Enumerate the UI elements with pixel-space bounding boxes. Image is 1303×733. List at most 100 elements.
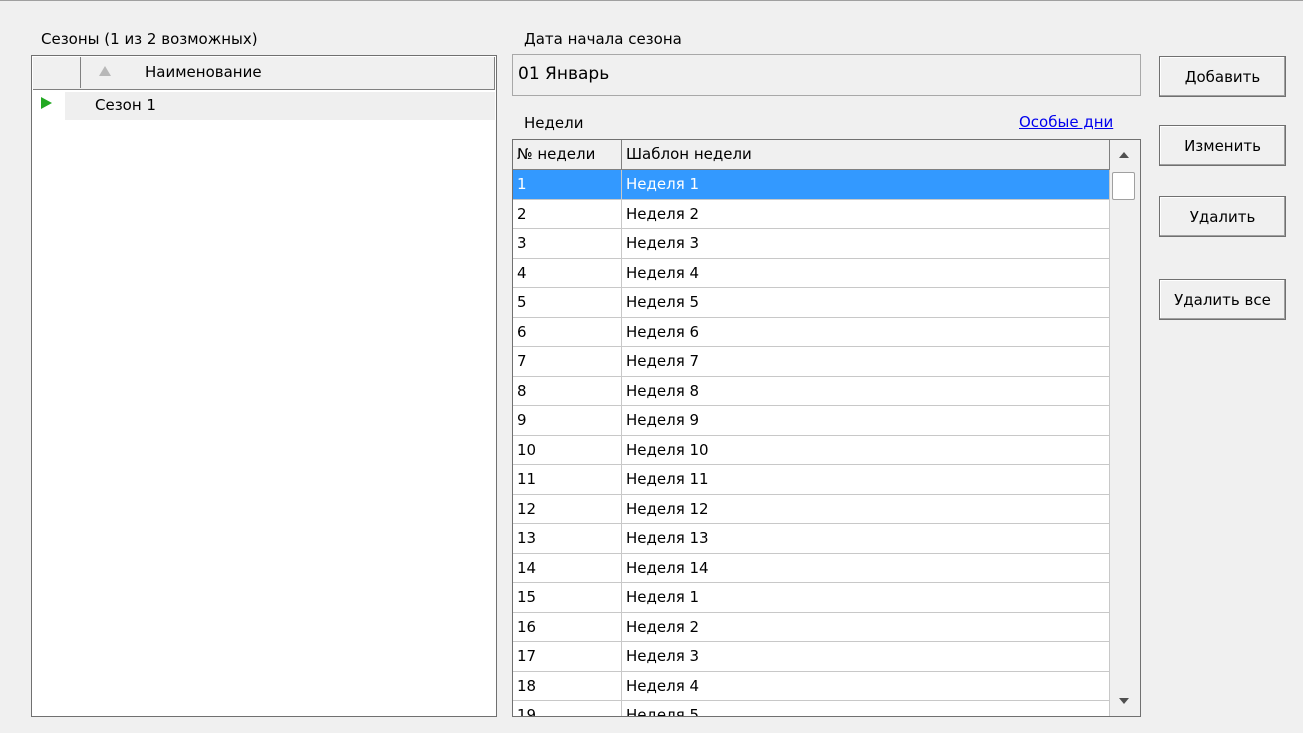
week-template-cell[interactable]: Неделя 2 [622,199,1110,229]
table-row[interactable]: 16 Неделя 2 [513,612,1110,642]
week-template-cell[interactable]: Неделя 8 [622,376,1110,406]
week-template: Неделя 13 [626,529,709,547]
week-template: Неделя 2 [626,204,700,223]
table-row[interactable]: 7 Неделя 7 [513,347,1110,377]
week-number-cell[interactable]: 5 [513,288,622,318]
week-template-cell[interactable]: Неделя 3 [622,642,1110,672]
week-template-cell[interactable]: Неделя 10 [622,435,1110,465]
week-template-cell[interactable]: Неделя 1 [622,170,1110,200]
seasons-header: Наименование [33,57,495,90]
week-template: Неделя 5 [626,293,700,311]
table-row[interactable]: 5 Неделя 5 [513,288,1110,318]
week-template: Неделя 6 [626,322,700,341]
scroll-up-arrow-icon[interactable] [1119,152,1129,158]
week-template: Неделя 9 [626,411,700,429]
seasons-title: Сезоны (1 из 2 возможных) [41,30,258,48]
special-days-link[interactable]: Особые дни [1019,113,1113,131]
week-number-cell[interactable]: 8 [513,376,622,406]
week-template-cell[interactable]: Неделя 9 [622,406,1110,436]
week-number-cell[interactable]: 9 [513,406,622,436]
week-template: Неделя 1 [626,175,700,193]
table-row[interactable]: 12 Неделя 12 [513,494,1110,524]
table-row[interactable]: 8 Неделя 8 [513,376,1110,406]
week-number: 12 [517,499,537,518]
column-header-week-template[interactable]: Шаблон недели [622,140,1110,169]
week-template: Неделя 2 [626,617,700,636]
weeks-grid[interactable]: № недели Шаблон недели 1 Неделя 1 2 Неделя … [512,139,1141,717]
week-number: 17 [517,647,537,665]
week-template-cell[interactable]: Неделя 14 [622,553,1110,583]
week-number: 5 [517,293,527,311]
week-number-cell[interactable]: 17 [513,642,622,672]
table-row[interactable]: 9 Неделя 9 [513,406,1110,436]
seasons-grid[interactable]: Наименование Сезон 1 [31,55,497,717]
table-row[interactable]: 15 Неделя 1 [513,583,1110,613]
week-number-cell[interactable]: 6 [513,317,622,347]
top-border [0,0,1303,1]
week-template-cell[interactable]: Неделя 12 [622,494,1110,524]
week-number: 11 [517,470,537,488]
week-number-cell[interactable]: 18 [513,671,622,701]
week-template-cell[interactable]: Неделя 2 [622,612,1110,642]
week-template-cell[interactable]: Неделя 4 [622,671,1110,701]
table-row[interactable]: 17 Неделя 3 [513,642,1110,672]
week-template-cell[interactable]: Неделя 7 [622,347,1110,377]
week-template-cell[interactable]: Неделя 4 [622,258,1110,288]
week-number-cell[interactable]: 19 [513,701,622,716]
edit-button[interactable]: Изменить [1159,125,1286,166]
week-template: Неделя 14 [626,558,709,577]
week-template: Неделя 10 [626,440,709,459]
table-row[interactable]: 14 Неделя 14 [513,553,1110,583]
weeks-header: № недели Шаблон недели [513,140,1110,170]
column-header-week-number[interactable]: № недели [513,140,622,169]
table-row[interactable]: 11 Неделя 11 [513,465,1110,495]
table-row[interactable]: 1 Неделя 1 [513,170,1110,200]
week-number-cell[interactable]: 1 [513,170,622,200]
week-number-cell[interactable]: 16 [513,612,622,642]
scroll-down-arrow-icon[interactable] [1119,698,1129,704]
week-template: Неделя 11 [626,470,709,488]
table-row[interactable]: 10 Неделя 10 [513,435,1110,465]
week-number-cell[interactable]: 10 [513,435,622,465]
week-template: Неделя 8 [626,381,700,400]
week-number-cell[interactable]: 2 [513,199,622,229]
week-template-cell[interactable]: Неделя 6 [622,317,1110,347]
week-template-cell[interactable]: Неделя 1 [622,583,1110,613]
table-row[interactable]: 6 Неделя 6 [513,317,1110,347]
week-number-cell[interactable]: 11 [513,465,622,495]
week-template-cell[interactable]: Неделя 3 [622,229,1110,259]
week-template-cell[interactable]: Неделя 5 [622,701,1110,717]
week-template-cell[interactable]: Неделя 5 [622,288,1110,318]
table-row[interactable]: 3 Неделя 3 [513,229,1110,259]
week-number-cell[interactable]: 15 [513,583,622,613]
week-number: 10 [517,440,537,459]
week-number-cell[interactable]: 3 [513,229,622,259]
week-number-cell[interactable]: 14 [513,553,622,583]
week-number-cell[interactable]: 13 [513,524,622,554]
week-template-cell[interactable]: Неделя 11 [622,465,1110,495]
week-template: Неделя 4 [626,676,700,695]
delete-all-button[interactable]: Удалить все [1159,279,1286,320]
table-row[interactable]: 18 Неделя 4 [513,671,1110,701]
table-row[interactable]: 13 Неделя 13 [513,524,1110,554]
weeks-rows: 1 Неделя 1 2 Неделя 2 3 Неделя 3 4 Неделя 4 5 Нед… [513,170,1110,717]
add-button[interactable]: Добавить [1159,56,1286,97]
week-number-cell[interactable]: 4 [513,258,622,288]
delete-button[interactable]: Удалить [1159,196,1286,237]
table-row[interactable]: 2 Неделя 2 [513,199,1110,229]
column-header-name[interactable]: Наименование [145,63,262,81]
scroll-thumb[interactable] [1112,172,1135,200]
table-row[interactable]: 19 Неделя 5 [513,701,1110,717]
start-date-field[interactable]: 01 Январь [512,54,1141,96]
weeks-scrollbar[interactable] [1110,140,1140,716]
season-name-cell[interactable]: Сезон 1 [65,92,495,120]
week-template-cell[interactable]: Неделя 13 [622,524,1110,554]
table-row[interactable]: 4 Неделя 4 [513,258,1110,288]
week-template: Неделя 1 [626,588,700,606]
season-row[interactable]: Сезон 1 [33,92,495,120]
week-number-cell[interactable]: 7 [513,347,622,377]
week-number-cell[interactable]: 12 [513,494,622,524]
week-number: 3 [517,234,527,252]
week-number: 6 [517,322,527,341]
week-template: Неделя 5 [626,706,700,717]
